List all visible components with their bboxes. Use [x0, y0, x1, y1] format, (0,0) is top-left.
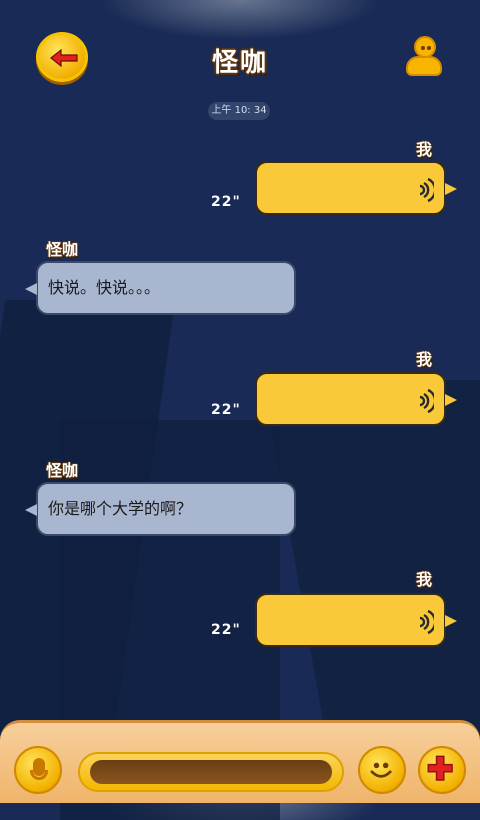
sender-name-me: 我	[416, 140, 433, 159]
microphone-stand	[30, 770, 48, 780]
message-input-field[interactable]	[78, 752, 344, 792]
plus-icon	[427, 755, 453, 781]
voice-wave-icon	[419, 609, 434, 635]
voice-wave-icon	[419, 388, 434, 414]
message-timestamp: 上午 10: 34	[208, 102, 270, 120]
voice-duration: 22"	[211, 194, 241, 210]
emoji-button[interactable]	[358, 746, 406, 794]
voice-wave-icon	[419, 177, 434, 203]
voice-message-bubble[interactable]	[255, 161, 457, 215]
smiley-icon	[370, 762, 392, 778]
more-options-button[interactable]	[418, 746, 466, 794]
profile-body	[406, 56, 442, 76]
microphone-button[interactable]	[14, 746, 62, 794]
voice-duration: 22"	[211, 622, 241, 638]
user-profile-icon[interactable]	[404, 36, 444, 78]
sender-name-other: 怪咖	[46, 461, 79, 480]
sender-name-me: 我	[416, 570, 433, 589]
profile-eye-left	[421, 46, 425, 50]
voice-message-bubble[interactable]	[255, 593, 457, 647]
profile-eye-right	[427, 46, 431, 50]
profile-head	[414, 36, 436, 58]
text-message-bubble[interactable]: 你是哪个大学的啊？	[25, 482, 296, 536]
text-message-bubble[interactable]: 快说。快说。。。	[25, 261, 296, 315]
message-input[interactable]	[94, 762, 328, 786]
sender-name-other: 怪咖	[46, 240, 79, 259]
voice-message-bubble[interactable]	[255, 372, 457, 426]
sender-name-me: 我	[416, 350, 433, 369]
voice-duration: 22"	[211, 402, 241, 418]
